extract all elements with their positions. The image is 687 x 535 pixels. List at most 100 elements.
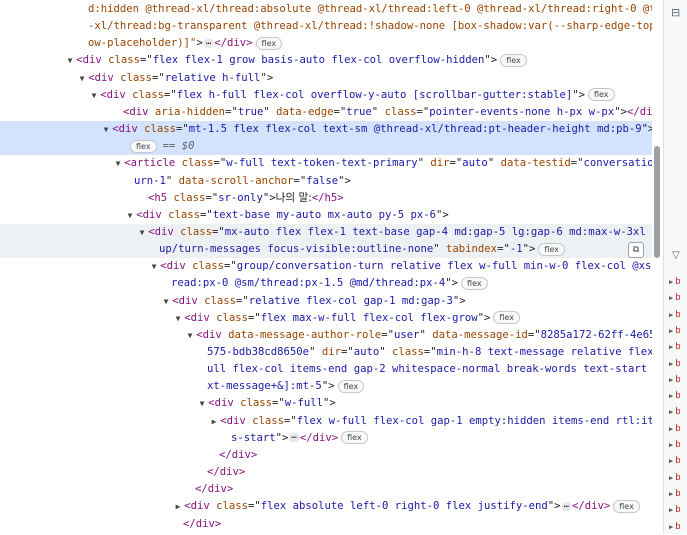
dom-tree-line[interactable]: read:px-0 @sm/thread:px-1.5 @md/thread:p… bbox=[0, 275, 652, 292]
flex-badge[interactable]: flex bbox=[493, 311, 520, 325]
flex-badge[interactable]: flex bbox=[337, 379, 365, 393]
dom-tree-line[interactable]: ▼ <div class="flex max-w-full flex-col f… bbox=[0, 310, 652, 327]
expand-arrow-icon[interactable]: ▶ bbox=[669, 392, 673, 400]
side-panel-row[interactable]: ▶ b bbox=[669, 453, 681, 469]
collapse-triangle-icon[interactable]: ▼ bbox=[185, 327, 195, 344]
dom-tree-line[interactable]: d:hidden @thread-xl/thread:absolute @thr… bbox=[0, 1, 652, 18]
dom-tree-line[interactable]: ▼ <div class="flex h-full flex-col overf… bbox=[0, 87, 652, 104]
expand-arrow-icon[interactable]: ▶ bbox=[669, 441, 673, 449]
side-panel-row[interactable]: ▶ b bbox=[669, 323, 681, 339]
collapse-triangle-icon[interactable]: ▼ bbox=[65, 52, 75, 69]
collapse-triangle-icon[interactable]: ▼ bbox=[161, 293, 171, 310]
dom-tree-line[interactable]: ▼ <div class="relative h-full"> bbox=[0, 70, 652, 87]
filter-bar-icon[interactable]: ⊟ bbox=[671, 6, 680, 19]
dom-tree-line[interactable]: ▶ <div class="flex w-full flex-col gap-1… bbox=[0, 413, 652, 430]
side-panel-row[interactable]: ▶ b bbox=[669, 307, 681, 323]
code-token: " bbox=[379, 346, 393, 358]
dom-tree-line[interactable]: ▼ <article class="w-full text-token-text… bbox=[0, 155, 652, 172]
dom-tree-line[interactable]: flex == $0 bbox=[0, 138, 652, 156]
funnel-icon[interactable]: ▽ bbox=[672, 250, 680, 261]
dom-tree-line[interactable]: </div> bbox=[0, 481, 652, 498]
side-panel-row[interactable]: ▶ b bbox=[669, 388, 681, 404]
dom-tree-line[interactable]: xt-message+&]:mt-5"> flex bbox=[0, 378, 652, 395]
code-token: > bbox=[196, 37, 203, 50]
dom-tree-line[interactable]: s-start">… </div> flex bbox=[0, 430, 652, 447]
dom-tree-line[interactable]: ▼ <div data-message-author-role="user" d… bbox=[0, 327, 652, 344]
dom-tree-line[interactable]: <div aria-hidden="true" data-edge="true"… bbox=[0, 104, 652, 121]
collapse-triangle-icon[interactable]: ▼ bbox=[137, 224, 147, 241]
expand-triangle-icon[interactable]: ▶ bbox=[173, 498, 183, 515]
side-panel-row[interactable]: ▶ b bbox=[669, 274, 681, 290]
collapse-triangle-icon[interactable]: ▼ bbox=[149, 258, 159, 275]
dom-tree-line[interactable]: ow-placeholder)]">… </div> flex bbox=[0, 35, 652, 52]
side-panel-row[interactable]: ▶ b bbox=[669, 404, 681, 420]
side-panel-row[interactable]: ▶ b bbox=[669, 519, 681, 535]
collapsed-children-button[interactable]: … bbox=[203, 37, 214, 48]
collapse-triangle-icon[interactable]: ▼ bbox=[197, 395, 207, 412]
expand-arrow-icon[interactable]: ▶ bbox=[669, 278, 673, 286]
expand-arrow-icon[interactable]: ▶ bbox=[669, 457, 673, 465]
side-panel-row[interactable]: ▶ b bbox=[669, 372, 681, 388]
expand-triangle-icon[interactable]: ▶ bbox=[209, 413, 219, 430]
collapse-triangle-icon[interactable]: ▼ bbox=[125, 207, 135, 224]
collapse-triangle-icon[interactable]: ▼ bbox=[89, 87, 99, 104]
flex-badge[interactable]: flex bbox=[341, 431, 368, 445]
collapse-triangle-icon[interactable]: ▼ bbox=[77, 70, 87, 87]
flex-badge[interactable]: flex bbox=[587, 88, 615, 102]
side-panel-row[interactable]: ▶ b bbox=[669, 356, 681, 372]
tree-scrollbar-thumb[interactable] bbox=[654, 146, 660, 258]
dom-tree-line[interactable]: </div> bbox=[0, 464, 652, 481]
expand-arrow-icon[interactable]: ▶ bbox=[669, 506, 673, 514]
flex-badge[interactable]: flex bbox=[255, 36, 283, 50]
code-token: =" bbox=[449, 157, 463, 170]
collapse-triangle-icon[interactable]: ▼ bbox=[113, 155, 123, 172]
expand-arrow-icon[interactable]: ▶ bbox=[669, 425, 673, 433]
dom-tree-line[interactable]: ull flex-col items-end gap-2 whitespace-… bbox=[0, 361, 652, 378]
dom-tree-line[interactable]: -xl/thread:bg-transparent @thread-xl/thr… bbox=[0, 18, 652, 35]
flex-badge[interactable]: flex bbox=[500, 53, 527, 67]
dom-tree-line[interactable]: ▼ <div class="w-full"> bbox=[0, 395, 652, 412]
side-panel-row[interactable]: ▶ b bbox=[669, 421, 681, 437]
side-panel-row[interactable]: ▶ b bbox=[669, 502, 681, 518]
dom-tree-line[interactable]: ▼ <div class="mt-1.5 flex flex-col text-… bbox=[0, 121, 652, 139]
code-token: relative flex-col gap-1 md:gap-3 bbox=[248, 294, 453, 307]
flex-badge[interactable]: flex bbox=[538, 242, 565, 256]
elements-tree[interactable]: d:hidden @thread-xl/thread:absolute @thr… bbox=[0, 0, 652, 534]
flex-badge[interactable]: flex bbox=[613, 499, 640, 513]
expand-arrow-icon[interactable]: ▶ bbox=[669, 343, 673, 351]
dom-tree-line[interactable]: </div> bbox=[0, 516, 652, 533]
dom-tree-line[interactable]: ▼ <div class="flex flex-1 grow basis-aut… bbox=[0, 52, 652, 69]
copy-icon[interactable]: ⧉ bbox=[628, 242, 644, 258]
dom-tree-line[interactable]: ▼ <div class="text-base my-auto mx-auto … bbox=[0, 207, 652, 224]
flex-badge[interactable]: flex bbox=[461, 276, 488, 290]
side-panel-row[interactable]: ▶ b bbox=[669, 290, 681, 306]
expand-arrow-icon[interactable]: ▶ bbox=[669, 294, 673, 302]
collapse-triangle-icon[interactable]: ▼ bbox=[173, 310, 183, 327]
dom-tree-line[interactable]: ▼ <div class="relative flex-col gap-1 md… bbox=[0, 293, 652, 310]
side-panel-row[interactable]: ▶ b bbox=[669, 339, 681, 355]
flex-badge[interactable]: flex bbox=[130, 139, 157, 153]
dom-tree-line[interactable]: ▼ <div class="group/conversation-turn re… bbox=[0, 258, 652, 275]
dom-tree-line[interactable]: </div> bbox=[0, 447, 652, 464]
expand-arrow-icon[interactable]: ▶ bbox=[669, 490, 673, 498]
dom-tree-line[interactable]: urn-1" data-scroll-anchor="false"> bbox=[0, 173, 652, 190]
dom-tree-line[interactable]: ▶ <div class="flex absolute left-0 right… bbox=[0, 498, 652, 515]
collapse-triangle-icon[interactable]: ▼ bbox=[101, 121, 111, 138]
dom-tree-line[interactable]: up/turn-messages focus-visible:outline-n… bbox=[0, 241, 652, 259]
side-panel-row[interactable]: ▶ b bbox=[669, 486, 681, 502]
dom-tree-line[interactable]: 575-bdb38cd8650e" dir="auto" class="min-… bbox=[0, 344, 652, 361]
side-panel-row[interactable]: ▶ b bbox=[669, 437, 681, 453]
expand-arrow-icon[interactable]: ▶ bbox=[669, 311, 673, 319]
dom-tree-line[interactable]: <h5 class="sr-only">나의 말:</h5> bbox=[0, 190, 652, 207]
dom-tree-line[interactable]: ▼ <div class="mx-auto flex flex-1 text-b… bbox=[0, 223, 652, 241]
expand-arrow-icon[interactable]: ▶ bbox=[669, 360, 673, 368]
expand-arrow-icon[interactable]: ▶ bbox=[669, 376, 673, 384]
collapsed-children-button[interactable]: … bbox=[561, 500, 571, 511]
expand-arrow-icon[interactable]: ▶ bbox=[669, 408, 673, 416]
tree-scrollbar-track[interactable] bbox=[652, 0, 663, 534]
expand-arrow-icon[interactable]: ▶ bbox=[669, 523, 673, 531]
side-panel-row[interactable]: ▶ b bbox=[669, 470, 681, 486]
expand-arrow-icon[interactable]: ▶ bbox=[669, 474, 673, 482]
expand-arrow-icon[interactable]: ▶ bbox=[669, 327, 673, 335]
collapsed-children-button[interactable]: … bbox=[289, 432, 299, 443]
